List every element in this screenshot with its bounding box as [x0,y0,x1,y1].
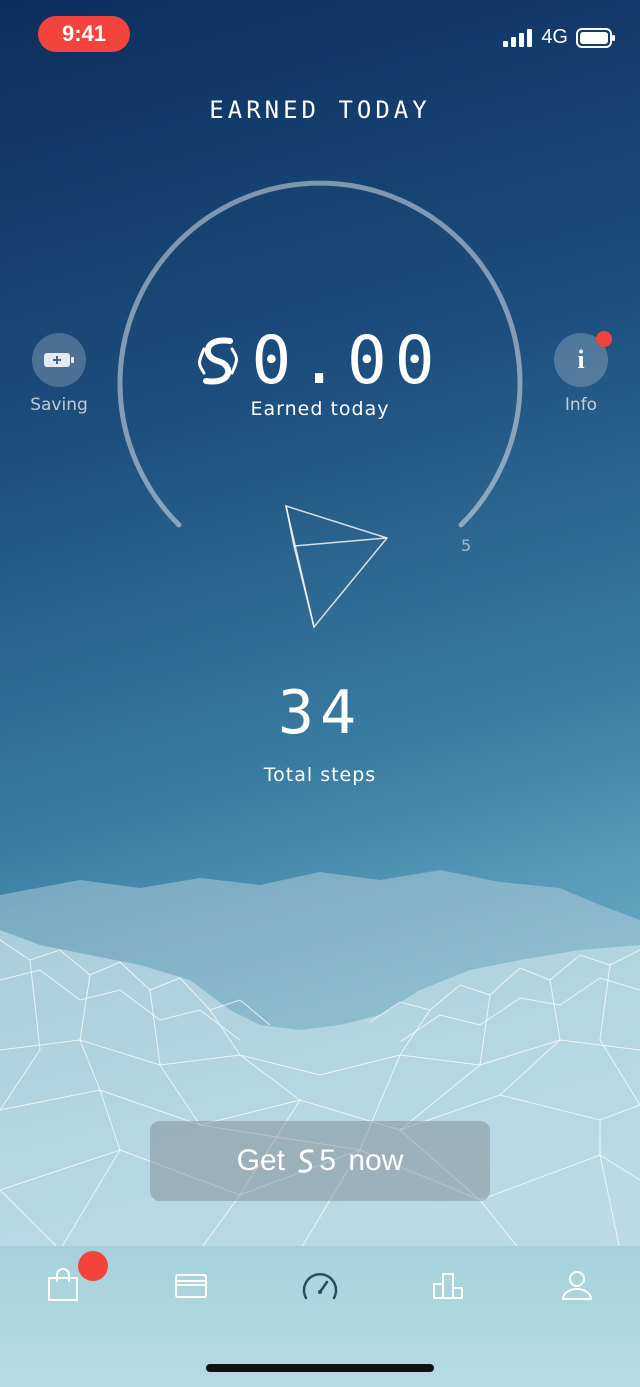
sweatcoin-icon [298,1149,314,1173]
earned-amount-value: 0.00 [251,322,443,399]
page-title: EARNED TODAY [209,96,431,124]
status-indicators: 4G [503,26,616,49]
info-badge [596,331,612,347]
saving-control[interactable]: Saving [9,333,109,415]
saving-button[interactable] [32,333,86,387]
info-icon: i [577,345,585,374]
signal-icon [503,28,533,47]
cta-prefix: Get [236,1144,294,1177]
battery-icon [576,27,615,48]
network-type: 4G [541,26,568,48]
status-time: 9:41 [38,16,130,52]
home-indicator [206,1364,434,1372]
cta-suffix: now [340,1144,404,1177]
tab-profile[interactable] [547,1255,607,1315]
info-button[interactable]: i [554,331,612,387]
leaderboard-icon [433,1273,463,1299]
get-reward-button[interactable]: Get 5 now [150,1121,490,1201]
tab-leaderboard[interactable] [418,1255,478,1315]
info-label: Info [564,395,598,415]
gauge-max-label: 5 [461,536,472,555]
sweatcoin-icon [197,337,238,384]
total-steps-label: Total steps [263,764,377,786]
profile-icon [561,1271,593,1300]
speedometer-icon [302,1273,338,1300]
tab-speedometer[interactable] [290,1255,350,1315]
battery-saver-icon [44,353,74,367]
shop-badge [78,1251,108,1281]
shopping-bag-icon [48,1268,78,1301]
gauge-needle [284,504,389,629]
tab-shop[interactable] [33,1251,108,1315]
total-steps-value: 34 [277,678,363,748]
saving-label: Saving [30,395,88,415]
cta-amount: 5 [319,1144,336,1177]
info-control[interactable]: i Info [531,331,631,415]
wallet-icon [175,1274,207,1298]
tab-wallet[interactable] [161,1255,221,1315]
